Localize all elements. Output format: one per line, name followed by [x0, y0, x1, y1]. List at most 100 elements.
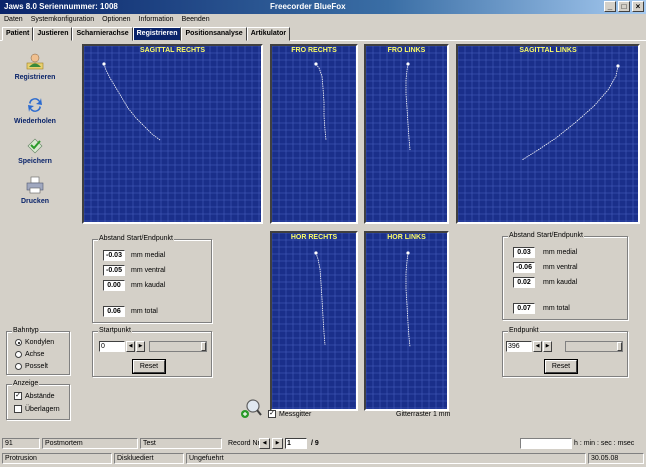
- wiederholen-tool[interactable]: Wiederholen: [10, 96, 60, 125]
- abstand-right-title: Abstand Start/Endpunkt: [508, 232, 584, 239]
- device-name: Freecorder BlueFox: [270, 2, 346, 11]
- sagittal-links-title: SAGITTAL LINKS: [519, 47, 577, 54]
- check-abstaende-label: Abstände: [25, 392, 55, 400]
- trace-start-point: [314, 251, 318, 255]
- record-next-icon[interactable]: ▶: [272, 438, 283, 449]
- tab-artikulator[interactable]: Artikulator: [246, 27, 291, 41]
- save-check-icon: [27, 138, 43, 154]
- check-messgitter-label: Messgitter: [279, 410, 312, 418]
- wiederholen-label: Wiederholen: [14, 118, 56, 125]
- abstand-left-group: Abstand Start/Endpunkt -0.03 mm medial -…: [92, 235, 212, 323]
- speichern-label: Speichern: [18, 158, 52, 165]
- startpunkt-input[interactable]: 0: [99, 341, 125, 352]
- endpunkt-slider[interactable]: [565, 341, 623, 352]
- p3-grid: [366, 46, 447, 222]
- endpunkt-reset-button[interactable]: Reset: [544, 359, 578, 374]
- check-ueberlagern[interactable]: Überlagern: [14, 405, 60, 413]
- time-field[interactable]: [520, 438, 572, 449]
- minimize-button[interactable]: _: [604, 1, 616, 12]
- endpunkt-group: Endpunkt 396 ◀ ▶ Reset: [502, 327, 628, 377]
- menu-daten[interactable]: Daten: [4, 14, 23, 25]
- check-abstaende-box: ✓: [14, 392, 22, 400]
- endpunkt-left-arrow-icon[interactable]: ◀: [533, 341, 542, 352]
- fro-rechts-title: FRO RECHTS: [291, 47, 337, 54]
- tab-justieren[interactable]: Justieren: [33, 27, 73, 41]
- registrieren-tool[interactable]: Registrieren: [10, 52, 60, 81]
- menu-optionen[interactable]: Optionen: [102, 14, 130, 25]
- title-bar: Jaws 8.0 Seriennummer: 1008 Freecorder B…: [0, 0, 646, 14]
- status-row-2: Protrusion Diskluediert Ungefuehrt 30.05…: [0, 452, 646, 465]
- gitterraster-label: Gitterraster 1 mm: [396, 411, 451, 418]
- endpunkt-slider-knob[interactable]: [617, 342, 622, 351]
- drucken-label: Drucken: [20, 198, 49, 205]
- zoom-icon[interactable]: [240, 398, 262, 420]
- status-id: 91: [2, 438, 40, 449]
- right-medial-unit: mm medial: [543, 249, 578, 256]
- hor-rechts-panel: HOR RECHTS: [270, 231, 358, 411]
- p6-grid: [366, 233, 447, 409]
- radio-achse[interactable]: Achse: [15, 351, 44, 358]
- endpunkt-right-arrow-icon[interactable]: ▶: [543, 341, 552, 352]
- check-messgitter[interactable]: ✓ Messgitter: [268, 410, 311, 418]
- sagittal-rechts-title: SAGITTAL RECHTS: [139, 47, 206, 54]
- hor-links-title: HOR LINKS: [387, 234, 426, 241]
- fro-links-panel: FRO LINKS: [364, 44, 449, 224]
- menu-bar: Daten Systemkonfiguration Optionen Infor…: [0, 14, 646, 25]
- status-name: Test: [140, 438, 222, 449]
- radio-kondylen[interactable]: Kondylen: [15, 339, 54, 346]
- startpunkt-slider-knob[interactable]: [201, 342, 206, 351]
- hor-links-panel: HOR LINKS: [364, 231, 449, 411]
- close-button[interactable]: ×: [632, 1, 644, 12]
- left-medial-unit: mm medial: [131, 252, 166, 259]
- tab-positionsanalyse[interactable]: Positionsanalyse: [181, 27, 247, 41]
- right-ventral-value: -0.06: [513, 262, 535, 273]
- radio-posselt-dot: [15, 363, 22, 370]
- tab-registrieren[interactable]: Registrieren: [132, 27, 182, 41]
- record-label: Record Nr.: [228, 440, 262, 447]
- record-total: / 9: [311, 440, 319, 447]
- endpunkt-input[interactable]: 396: [506, 341, 532, 352]
- menu-beenden[interactable]: Beenden: [182, 14, 210, 25]
- status-date: 30.05.08: [588, 453, 644, 464]
- radio-achse-label: Achse: [25, 351, 45, 358]
- tab-scharnierachse[interactable]: Scharnierachse: [72, 27, 133, 41]
- trace-start-point: [616, 64, 620, 68]
- menu-systemkonfiguration[interactable]: Systemkonfiguration: [31, 14, 94, 25]
- startpunkt-reset-button[interactable]: Reset: [132, 359, 166, 374]
- window-title: Jaws 8.0 Seriennummer: 1008: [4, 2, 118, 11]
- check-abstaende[interactable]: ✓ Abstände: [14, 392, 55, 400]
- tab-patient[interactable]: Patient: [2, 27, 34, 41]
- tab-bar: Patient Justieren Scharnierachse Registr…: [2, 27, 291, 41]
- record-prev-icon[interactable]: ◀: [259, 438, 270, 449]
- check-ueberlagern-box: [14, 405, 22, 413]
- startpunkt-right-arrow-icon[interactable]: ▶: [136, 341, 145, 352]
- maximize-button[interactable]: □: [618, 1, 630, 12]
- radio-achse-dot: [15, 351, 22, 358]
- status-type: Postmortem: [42, 438, 138, 449]
- radio-posselt[interactable]: Posselt: [15, 363, 48, 370]
- fro-rechts-panel: FRO RECHTS: [270, 44, 358, 224]
- startpunkt-left-arrow-icon[interactable]: ◀: [126, 341, 135, 352]
- repeat-arrows-icon: [28, 98, 42, 112]
- left-total-value: 0.06: [103, 306, 125, 317]
- left-medial-value: -0.03: [103, 250, 125, 261]
- left-ventral-value: -0.05: [103, 265, 125, 276]
- trace-start-point: [314, 62, 318, 66]
- right-ventral-unit: mm ventral: [543, 264, 578, 271]
- record-input[interactable]: 1: [285, 438, 307, 449]
- p5-grid: [272, 233, 356, 409]
- right-medial-value: 0.03: [513, 247, 535, 258]
- menu-information[interactable]: Information: [139, 14, 174, 25]
- p1-grid: [84, 46, 261, 222]
- startpunkt-slider[interactable]: [149, 341, 207, 352]
- sagittal-links-panel: SAGITTAL LINKS: [456, 44, 640, 224]
- right-total-value: 0.07: [513, 303, 535, 314]
- drucken-tool[interactable]: Drucken: [10, 176, 60, 205]
- radio-posselt-label: Posselt: [25, 363, 48, 370]
- speichern-tool[interactable]: Speichern: [10, 136, 60, 165]
- time-format-label: h : min : sec : msec: [574, 440, 635, 447]
- right-kaudal-unit: mm kaudal: [543, 279, 578, 286]
- radio-kondylen-dot: [15, 339, 22, 346]
- trace-start-point: [406, 62, 410, 66]
- abstand-right-group: Abstand Start/Endpunkt 0.03 mm medial -0…: [502, 232, 628, 320]
